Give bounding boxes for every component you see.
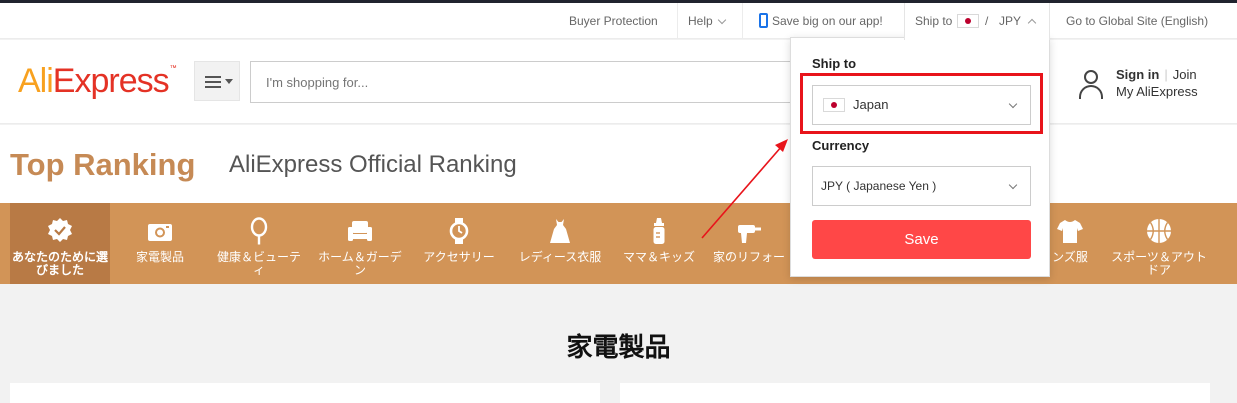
logo-express: Express (52, 62, 170, 100)
account-links: Sign in | Join (1116, 67, 1197, 82)
category-label: あなたのために選びました (12, 250, 109, 277)
buyer-protection-link[interactable]: Buyer Protection (569, 3, 658, 39)
category-label: 家電製品 (135, 250, 184, 264)
help-menu[interactable]: Help (688, 3, 726, 39)
currency-code: JPY (999, 14, 1022, 28)
category-label: スポーツ＆アウトドア (1111, 250, 1207, 277)
category-label: 健康＆ビューティ (216, 250, 301, 277)
baby-bottle-icon (653, 218, 665, 244)
category-label: ンズ服 (1052, 250, 1088, 264)
help-label: Help (688, 14, 713, 28)
currency-value: JPY ( Japanese Yen ) (821, 179, 937, 193)
chevron-down-icon (1008, 180, 1018, 190)
categories-menu-button[interactable] (194, 61, 240, 101)
divider (742, 3, 743, 39)
save-button[interactable]: Save (812, 220, 1031, 259)
user-body (1079, 85, 1103, 99)
chevron-up-icon (1027, 18, 1037, 28)
phone-icon (759, 13, 768, 28)
aliexpress-logo[interactable]: AliExpress™ (18, 62, 177, 101)
divider (677, 3, 678, 39)
category-item-home-garden[interactable]: ホーム＆ガーデン (311, 203, 409, 284)
global-site-link[interactable]: Go to Global Site (English) (1066, 3, 1208, 39)
category-label: ホーム＆ガーデン (318, 250, 402, 277)
watch-icon (449, 218, 469, 244)
caret-down-icon (225, 79, 233, 84)
ship-to-heading: Ship to (812, 56, 857, 71)
category-label: アクセサリー (423, 250, 495, 264)
currency-heading: Currency (812, 138, 870, 153)
dress-icon (550, 219, 570, 243)
my-aliexpress-link[interactable]: My AliExpress (1116, 84, 1198, 99)
camera-icon (148, 224, 172, 241)
category-bar: あなたのために選びました 家電製品 健康＆ビューティ ホーム＆ガーデン アクセサ… (0, 203, 1237, 284)
flag-wrap (957, 3, 979, 39)
currency-select[interactable]: JPY ( Japanese Yen ) (812, 166, 1031, 206)
category-item-electronics[interactable]: 家電製品 (115, 203, 205, 284)
user-icon[interactable] (1078, 70, 1104, 100)
category-label: 家のリフォー (712, 250, 785, 264)
category-item-kids[interactable]: ママ＆キッズ (613, 203, 705, 284)
category-item-sports[interactable]: スポーツ＆アウトドア (1108, 203, 1210, 284)
category-item-health-beauty[interactable]: 健康＆ビューティ (210, 203, 308, 284)
app-promo-link[interactable]: Save big on our app! (759, 3, 883, 39)
section-title: 家電製品 (566, 332, 671, 362)
title-area: Top Ranking AliExpress Official Ranking (0, 125, 1237, 203)
logo-ali: Ali (18, 62, 54, 100)
drill-icon (738, 225, 761, 243)
logo-trademark: ™ (169, 65, 177, 72)
user-head (1084, 70, 1098, 84)
app-promo-label: Save big on our app! (772, 14, 883, 28)
join-link[interactable]: Join (1173, 67, 1197, 82)
product-card[interactable] (620, 383, 1210, 403)
page-subtitle: AliExpress Official Ranking (229, 151, 517, 178)
product-card[interactable] (10, 383, 600, 403)
category-item-home-improvement[interactable]: 家のリフォー (710, 203, 788, 284)
category-item-accessories[interactable]: アクセサリー (413, 203, 505, 284)
hamburger-icon (205, 76, 221, 78)
hand-mirror-icon (250, 217, 268, 245)
top-bar: Buyer Protection Help Save big on our ap… (0, 3, 1237, 39)
page: Buyer Protection Help Save big on our ap… (0, 0, 1237, 403)
category-item-womens-clothing[interactable]: レディース衣服 (510, 203, 610, 284)
armchair-icon (348, 221, 372, 241)
page-title: Top Ranking (10, 147, 196, 182)
tshirt-icon (1057, 220, 1083, 243)
ship-to-toggle[interactable]: Ship to / JPY (904, 3, 1050, 40)
ship-to-label: Ship to (915, 14, 953, 28)
basketball-icon (1147, 219, 1171, 243)
caret-wrap (1023, 3, 1037, 39)
search-input[interactable] (250, 61, 810, 103)
category-label: レディース衣服 (518, 250, 602, 264)
japan-flag-icon (957, 14, 979, 28)
annotation-highlight-box (800, 73, 1043, 134)
header: AliExpress™ h Sign in|Join My AliExpress (0, 40, 1237, 124)
category-item-recommended[interactable]: あなたのために選びました (10, 203, 110, 284)
divider: | (1164, 67, 1168, 82)
chevron-down-icon (717, 15, 726, 25)
ship-separator: / (985, 14, 989, 28)
ribbon-badge-icon (48, 218, 72, 242)
category-label: ママ＆キッズ (622, 250, 695, 264)
sign-in-link[interactable]: Sign in (1116, 67, 1159, 82)
